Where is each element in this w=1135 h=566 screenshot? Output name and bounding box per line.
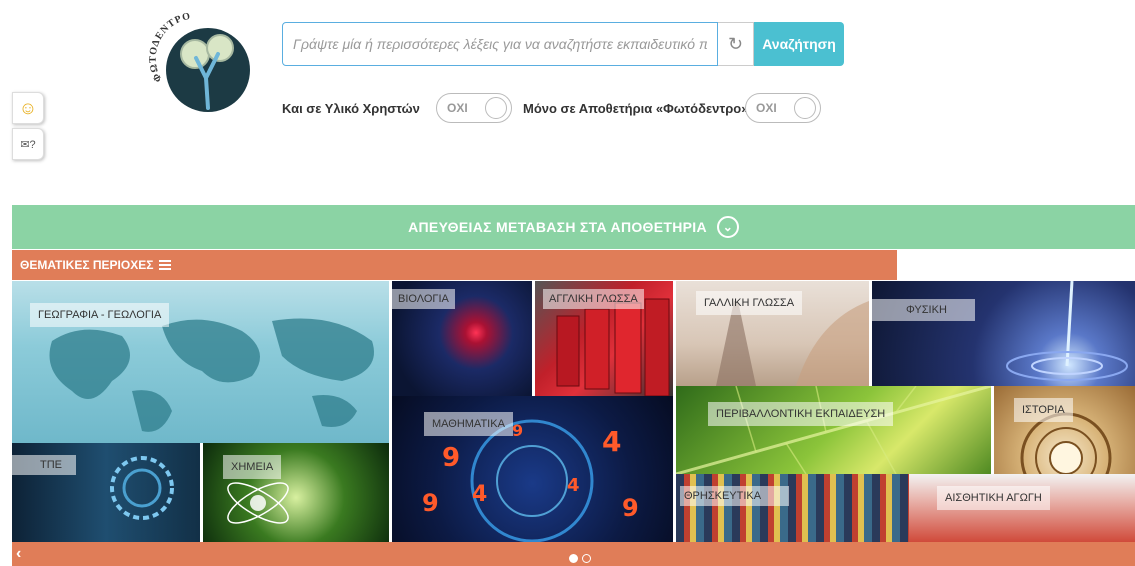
svg-text:9: 9: [512, 421, 523, 440]
tile-label: ΦΥΣΙΚΗ: [872, 299, 975, 321]
toggle-knob: [794, 97, 816, 119]
carousel-dot-1[interactable]: [569, 554, 578, 563]
repo-only-label: Μόνο σε Αποθετήρια «Φωτόδεντρο»: [523, 101, 749, 116]
tile-label: ΒΙΟΛΟΓΙΑ: [392, 289, 455, 309]
tile-label: ΠΕΡΙΒΑΛΛΟΝΤΙΚΗ ΕΚΠΑΙΔΕΥΣΗ: [708, 402, 894, 426]
topic-tile-english[interactable]: ΑΓΓΛΙΚΗ ΓΛΩΣΣΑ: [535, 281, 673, 396]
tile-label: ΑΓΓΛΙΚΗ ΓΛΩΣΣΑ: [543, 289, 644, 309]
topic-tile-mathematics[interactable]: 9 4 9 4 9 4 9 ΜΑΘΗΜΑΤΙΚΑ: [392, 396, 673, 542]
smile-widget-button[interactable]: ☺: [12, 92, 44, 124]
tile-label: ΙΣΤΟΡΙΑ: [1014, 398, 1073, 422]
topic-tile-history[interactable]: ΙΣΤΟΡΙΑ: [994, 386, 1135, 474]
repo-only-toggle-value: ΟΧΙ: [756, 101, 777, 115]
topic-tile-physics[interactable]: ΦΥΣΙΚΗ: [872, 281, 1135, 386]
refresh-icon: ↻: [727, 33, 744, 54]
search-button[interactable]: Αναζήτηση: [754, 22, 844, 66]
toggle-knob: [485, 97, 507, 119]
topic-tile-environmental[interactable]: ΠΕΡΙΒΑΛΛΟΝΤΙΚΗ ΕΚΠΑΙΔΕΥΣΗ: [676, 386, 991, 474]
reset-search-button[interactable]: ↻: [718, 22, 754, 66]
topics-header: ΘΕΜΑΤΙΚΕΣ ΠΕΡΙΟΧΕΣ: [12, 250, 897, 280]
user-material-toggle[interactable]: ΟΧΙ: [436, 93, 512, 123]
search-input[interactable]: [282, 22, 718, 66]
topic-tile-french[interactable]: ΓΑΛΛΙΚΗ ΓΛΩΣΣΑ: [676, 281, 869, 386]
chevron-left-icon[interactable]: ‹: [16, 545, 21, 563]
tile-label: ΓΕΩΓΡΑΦΙΑ - ΓΕΩΛΟΓΙΑ: [30, 303, 170, 327]
galaxy-graphic: [1006, 281, 1128, 381]
svg-text:4: 4: [472, 482, 487, 507]
repo-only-toggle[interactable]: ΟΧΙ: [745, 93, 821, 123]
fotodentro-logo[interactable]: ΦΩΤΟΔΕΝΤΡΟ: [140, 8, 255, 118]
topic-tile-ict[interactable]: ΤΠΕ: [12, 443, 200, 542]
tile-label: ΤΠΕ: [12, 455, 76, 475]
user-material-label: Και σε Υλικό Χρηστών: [282, 101, 420, 116]
repositories-banner-text: ΑΠΕΥΘΕΙΑΣ ΜΕΤΑΒΑΣΗ ΣΤΑ ΑΠΟΘΕΤΗΡΙΑ: [408, 219, 707, 235]
tile-label: ΜΑΘΗΜΑΤΙΚΑ: [424, 412, 513, 436]
topic-tile-religion[interactable]: ΘΡΗΣΚΕΥΤΙΚΑ: [676, 474, 909, 542]
leaf-graphic: [676, 386, 991, 474]
carousel-dot-2[interactable]: [582, 554, 591, 563]
feedback-icon: ✉?: [20, 138, 36, 151]
svg-text:9: 9: [442, 443, 460, 473]
repositories-banner[interactable]: ΑΠΕΥΘΕΙΑΣ ΜΕΤΑΒΑΣΗ ΣΤΑ ΑΠΟΘΕΤΗΡΙΑ ⌄: [12, 205, 1135, 249]
feedback-widget-button[interactable]: ✉?: [12, 128, 44, 160]
header-right-strip: [897, 250, 1135, 280]
svg-text:4: 4: [602, 425, 621, 458]
smile-icon: ☺: [18, 97, 38, 118]
tile-label: ΑΙΣΘΗΤΙΚΗ ΑΓΩΓΗ: [937, 486, 1050, 510]
tile-label: ΧΗΜΕΙΑ: [223, 455, 282, 479]
user-material-toggle-value: ΟΧΙ: [447, 101, 468, 115]
svg-text:4: 4: [567, 475, 580, 496]
topic-tile-biology[interactable]: ΒΙΟΛΟΓΙΑ: [392, 281, 532, 396]
chevron-down-icon[interactable]: ⌄: [716, 216, 739, 238]
tile-label: ΘΡΗΣΚΕΥΤΙΚΑ: [680, 486, 790, 506]
topic-tile-aesthetics[interactable]: ΑΙΣΘΗΤΙΚΗ ΑΓΩΓΗ: [909, 474, 1135, 542]
svg-text:9: 9: [422, 489, 439, 517]
tile-label: ΓΑΛΛΙΚΗ ΓΛΩΣΣΑ: [696, 291, 803, 315]
topics-header-text: ΘΕΜΑΤΙΚΕΣ ΠΕΡΙΟΧΕΣ: [20, 258, 154, 272]
svg-text:9: 9: [622, 494, 639, 522]
topic-tile-geography[interactable]: ΓΕΩΓΡΑΦΙΑ - ΓΕΩΛΟΓΙΑ: [12, 281, 389, 443]
topic-tile-chemistry[interactable]: ΧΗΜΕΙΑ: [203, 443, 389, 542]
list-icon[interactable]: [159, 260, 172, 270]
